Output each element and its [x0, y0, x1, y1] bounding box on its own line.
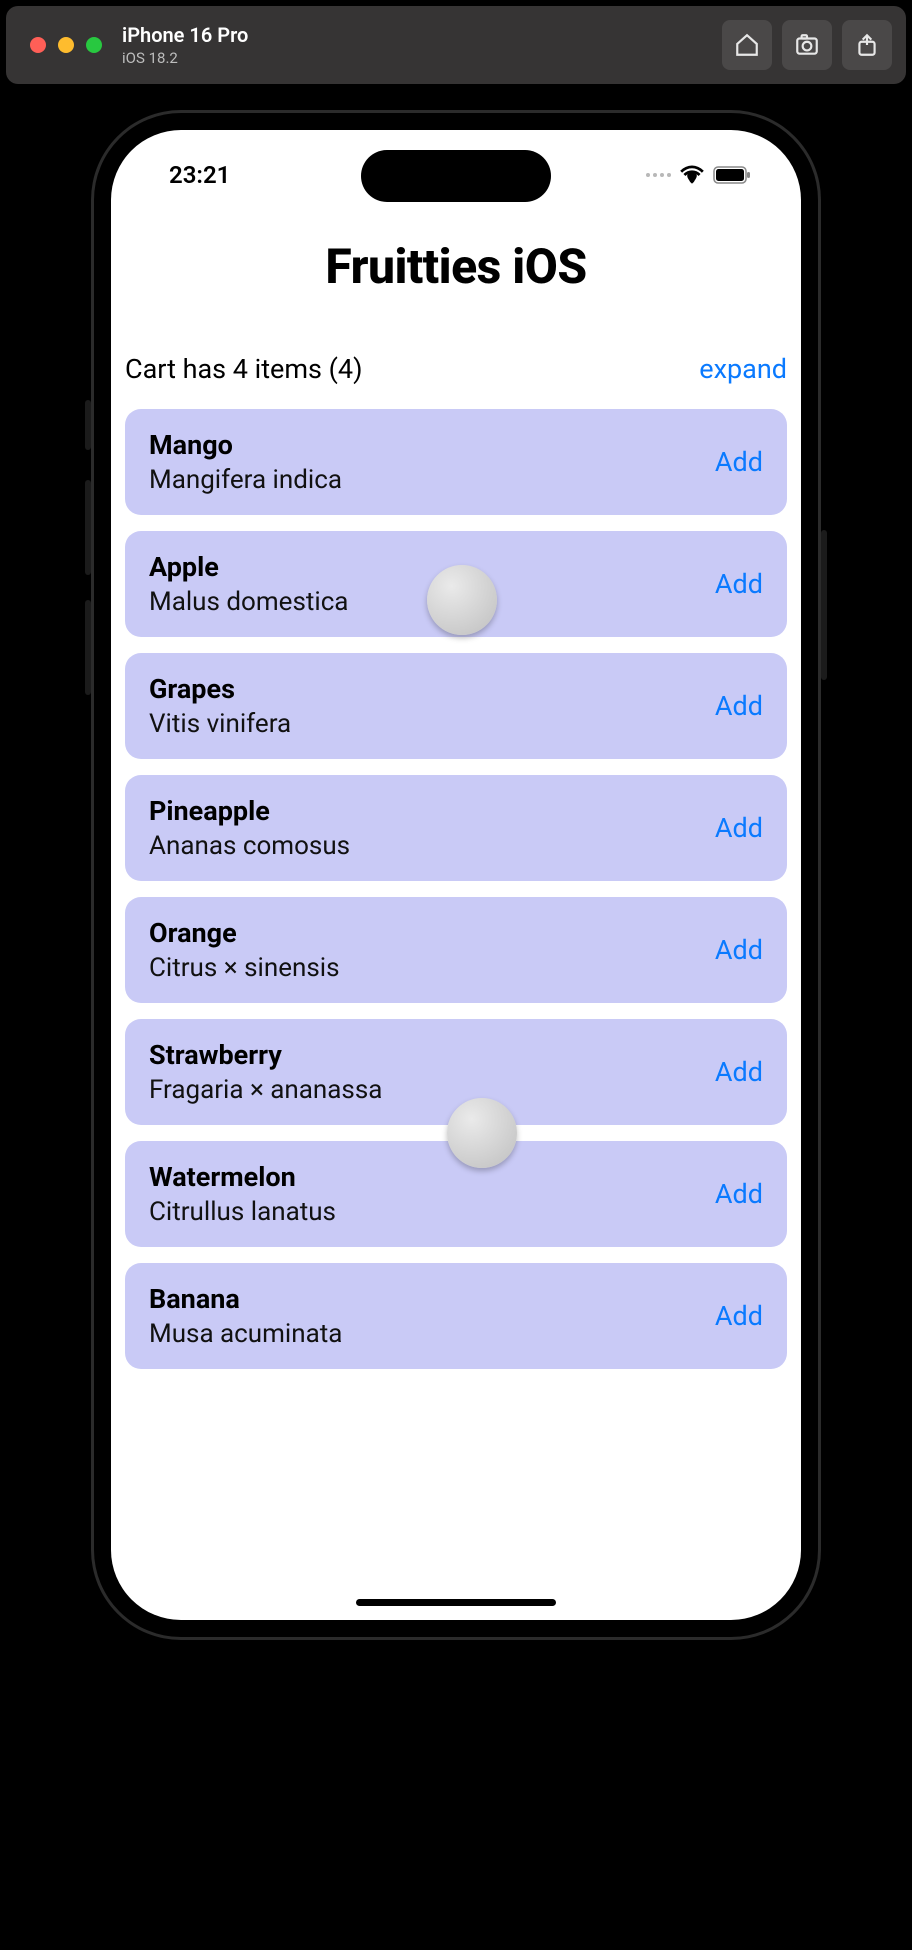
fruit-latin-name: Ananas comosus: [149, 831, 350, 861]
home-indicator[interactable]: [356, 1599, 556, 1606]
add-button[interactable]: Add: [715, 1056, 763, 1088]
fruit-name: Banana: [149, 1283, 342, 1315]
window-controls: [30, 37, 102, 53]
expand-button[interactable]: expand: [699, 353, 787, 385]
add-button[interactable]: Add: [715, 690, 763, 722]
simulator-title-block: iPhone 16 Pro iOS 18.2: [122, 23, 248, 67]
simulator-os-version: iOS 18.2: [122, 49, 248, 67]
add-button[interactable]: Add: [715, 1178, 763, 1210]
fruit-name: Pineapple: [149, 795, 350, 827]
fruit-latin-name: Citrus × sinensis: [149, 953, 340, 983]
status-time: 23:21: [169, 161, 230, 189]
fruit-latin-name: Vitis vinifera: [149, 709, 291, 739]
fruit-name: Orange: [149, 917, 340, 949]
list-item: Pineapple Ananas comosus Add: [125, 775, 787, 881]
list-item: Grapes Vitis vinifera Add: [125, 653, 787, 759]
battery-icon: [713, 166, 751, 184]
power-button[interactable]: [821, 530, 827, 680]
touch-indicator: [447, 1098, 517, 1168]
page-title: Fruitties iOS: [111, 238, 801, 295]
fruit-name: Grapes: [149, 673, 291, 705]
fruit-name: Mango: [149, 429, 342, 461]
fruit-name: Strawberry: [149, 1039, 382, 1071]
share-icon: [854, 32, 880, 58]
fruit-latin-name: Musa acuminata: [149, 1319, 342, 1349]
fruit-latin-name: Mangifera indica: [149, 465, 342, 495]
wifi-icon: [679, 165, 705, 185]
simulator-device-name: iPhone 16 Pro: [122, 23, 248, 47]
touch-indicator: [427, 565, 497, 635]
home-button[interactable]: [722, 20, 772, 70]
volume-up-button[interactable]: [85, 480, 91, 575]
fruit-latin-name: Fragaria × ananassa: [149, 1075, 382, 1105]
home-icon: [734, 32, 760, 58]
fullscreen-window-button[interactable]: [86, 37, 102, 53]
list-item: Banana Musa acuminata Add: [125, 1263, 787, 1369]
simulator-titlebar: iPhone 16 Pro iOS 18.2: [6, 6, 906, 84]
add-button[interactable]: Add: [715, 1300, 763, 1332]
list-item: Orange Citrus × sinensis Add: [125, 897, 787, 1003]
minimize-window-button[interactable]: [58, 37, 74, 53]
mute-switch[interactable]: [85, 400, 91, 450]
phone-screen: 23:21 Fruitties iOS Cart has 4 items (4)…: [111, 130, 801, 1620]
fruit-latin-name: Citrullus lanatus: [149, 1197, 336, 1227]
add-button[interactable]: Add: [715, 568, 763, 600]
fruit-latin-name: Malus domestica: [149, 587, 348, 617]
close-window-button[interactable]: [30, 37, 46, 53]
cart-summary-row: Cart has 4 items (4) expand: [111, 353, 801, 385]
add-button[interactable]: Add: [715, 446, 763, 478]
add-button[interactable]: Add: [715, 812, 763, 844]
cellular-icon: [646, 173, 671, 177]
camera-icon: [794, 32, 820, 58]
add-button[interactable]: Add: [715, 934, 763, 966]
share-button[interactable]: [842, 20, 892, 70]
screenshot-button[interactable]: [782, 20, 832, 70]
list-item: Mango Mangifera indica Add: [125, 409, 787, 515]
dynamic-island: [361, 150, 551, 202]
cart-summary-label: Cart has 4 items (4): [125, 353, 363, 385]
phone-frame: 23:21 Fruitties iOS Cart has 4 items (4)…: [91, 110, 821, 1640]
fruit-name: Apple: [149, 551, 348, 583]
fruit-name: Watermelon: [149, 1161, 336, 1193]
fruit-list: Mango Mangifera indica Add Apple Malus d…: [111, 409, 801, 1369]
volume-down-button[interactable]: [85, 600, 91, 695]
